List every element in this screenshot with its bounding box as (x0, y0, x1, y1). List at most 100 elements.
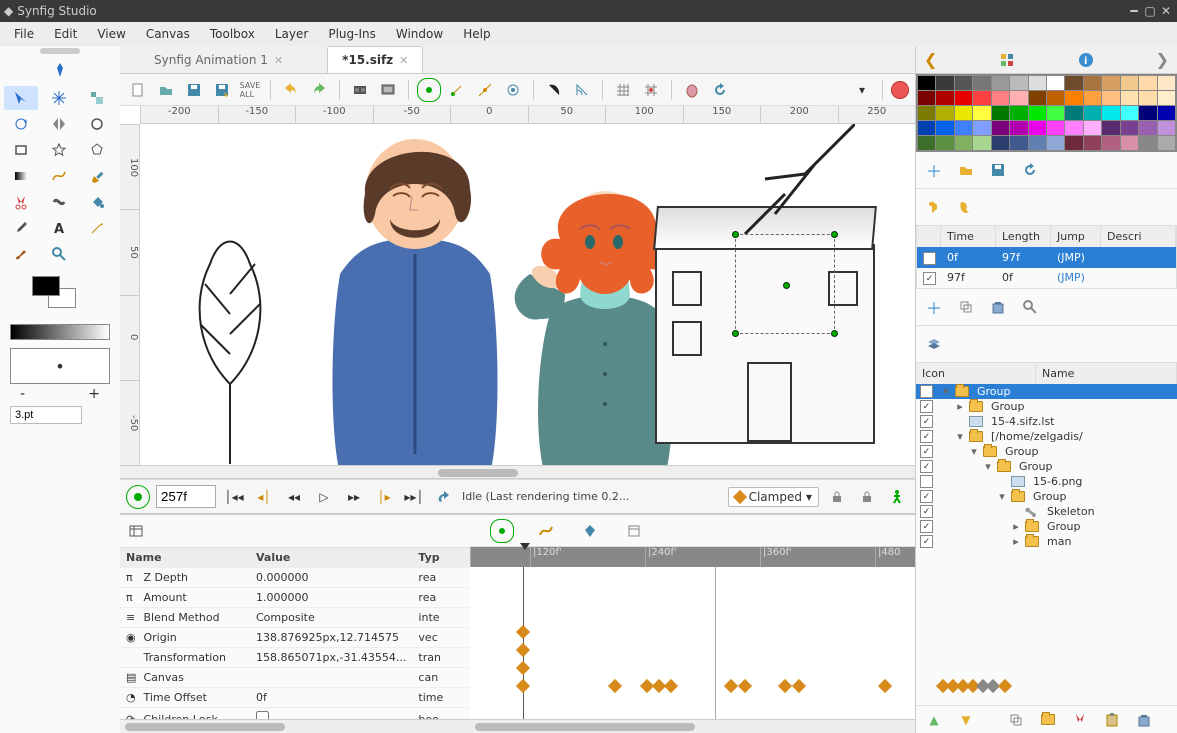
layer-visible-checkbox[interactable] (920, 460, 933, 473)
close-button[interactable]: ✕ (1159, 4, 1173, 18)
palette-swatch[interactable] (1102, 91, 1119, 105)
col-name[interactable]: Name (120, 548, 250, 568)
palette-open-button[interactable] (954, 158, 978, 182)
palette-swatch[interactable] (1139, 91, 1156, 105)
close-icon[interactable]: ✕ (399, 54, 408, 67)
param-row[interactable]: ⟳ Children Lockboo (120, 708, 470, 720)
animate-mode-button[interactable] (126, 485, 150, 509)
tool-gradient[interactable] (4, 164, 38, 188)
expand-arrow[interactable]: ▾ (997, 490, 1007, 503)
palette-swatch[interactable] (1084, 136, 1101, 150)
palette-swatch[interactable] (1158, 136, 1175, 150)
layer-row[interactable]: ▾Group (916, 489, 1177, 504)
palette-swatch[interactable] (936, 136, 953, 150)
palette-swatch[interactable] (1047, 76, 1064, 90)
palette-swatch[interactable] (1139, 76, 1156, 90)
layer-visible-checkbox[interactable] (920, 385, 933, 398)
preview-button[interactable] (376, 78, 400, 102)
tool-scale[interactable] (80, 86, 114, 110)
tab-animation-1[interactable]: Synfig Animation 1 ✕ (140, 47, 297, 73)
col-time[interactable]: Time (941, 226, 996, 247)
save-all-button[interactable]: SAVEALL (238, 78, 262, 102)
tool-smooth-move[interactable] (42, 86, 76, 110)
layer-group-button[interactable] (1036, 708, 1060, 732)
timetrack-body[interactable] (470, 567, 915, 719)
tool-zoom[interactable] (42, 242, 76, 266)
palette-save-button[interactable] (986, 158, 1010, 182)
palette-swatch[interactable] (1029, 136, 1046, 150)
palette-swatch[interactable] (1084, 76, 1101, 90)
canvas-browser-tab-icon[interactable] (954, 195, 978, 219)
palette-swatch[interactable] (955, 76, 972, 90)
palette-swatch[interactable] (1139, 121, 1156, 135)
tool-polygon[interactable] (80, 138, 114, 162)
tool-width[interactable] (42, 190, 76, 214)
undo-button[interactable] (279, 78, 303, 102)
palette-swatch[interactable] (992, 91, 1009, 105)
param-row[interactable]: ≡ Blend MethodCompositeinte (120, 608, 470, 628)
kf-add-button[interactable]: ＋ (922, 295, 946, 319)
palette-swatch[interactable] (973, 121, 990, 135)
palette-swatch[interactable] (918, 106, 935, 120)
palette-swatch[interactable] (1065, 106, 1082, 120)
palette-swatch[interactable] (1029, 76, 1046, 90)
expand-arrow[interactable]: ▸ (1011, 535, 1021, 548)
layer-visible-checkbox[interactable] (920, 505, 933, 518)
palette-swatch[interactable] (936, 91, 953, 105)
palette-swatch[interactable] (1102, 76, 1119, 90)
open-file-button[interactable] (154, 78, 178, 102)
kf-remove-button[interactable] (986, 295, 1010, 319)
palette-swatch[interactable] (955, 121, 972, 135)
expand-arrow[interactable]: ▸ (1011, 520, 1021, 533)
layer-visible-checkbox[interactable] (920, 415, 933, 428)
onion-skin-button[interactable] (680, 78, 704, 102)
render-button[interactable] (348, 78, 372, 102)
layer-row[interactable]: ▸man (916, 534, 1177, 549)
tab-15-sifz[interactable]: *15.sifz ✕ (327, 46, 423, 73)
onion-green-button[interactable] (417, 78, 441, 102)
layers-panel[interactable]: Icon Name ▾Group▸Group15-4.sifz.lst▾[/ho… (916, 362, 1177, 705)
palette-swatch[interactable] (1010, 121, 1027, 135)
palette-swatch[interactable] (1121, 106, 1138, 120)
loop-button[interactable] (432, 485, 456, 509)
handles-vertex-button[interactable] (542, 78, 566, 102)
save-as-button[interactable] (210, 78, 234, 102)
palette-swatch[interactable] (1158, 76, 1175, 90)
keyframes-table[interactable]: Time Length Jump Descri 0f97f(JMP)97f0f(… (916, 225, 1177, 289)
handles-angle-button[interactable] (570, 78, 594, 102)
palette-swatch[interactable] (1029, 106, 1046, 120)
timetrack-ruler[interactable]: |120f' |240f' |360f' |480 (470, 547, 915, 567)
tool-brush[interactable] (4, 242, 38, 266)
expand-arrow[interactable]: ▾ (941, 385, 951, 398)
expand-arrow[interactable]: ▾ (983, 460, 993, 473)
expand-arrow[interactable]: ▾ (969, 445, 979, 458)
interpolation-dropdown[interactable]: Clamped ▾ (728, 487, 819, 507)
palette-swatch[interactable] (1158, 91, 1175, 105)
tool-cutout[interactable] (4, 190, 38, 214)
palette-swatch[interactable] (1047, 136, 1064, 150)
palette-swatch[interactable] (1029, 121, 1046, 135)
new-file-button[interactable] (126, 78, 150, 102)
palette-swatch[interactable] (918, 136, 935, 150)
layers-tab-icon[interactable] (922, 332, 946, 356)
seek-fwd-button[interactable]: ▸▸ (342, 485, 366, 509)
palette-swatch[interactable] (1121, 91, 1138, 105)
palette-add-button[interactable]: ＋ (922, 158, 946, 182)
layer-row[interactable]: ▾Group (916, 459, 1177, 474)
palette-swatch[interactable] (1010, 91, 1027, 105)
palette-swatch[interactable] (1121, 121, 1138, 135)
col-type[interactable]: Typ (412, 548, 470, 568)
selection-box[interactable] (735, 234, 835, 334)
layer-visible-checkbox[interactable] (920, 400, 933, 413)
param-row[interactable]: ▤ Canvascan (120, 668, 470, 688)
palette-swatch[interactable] (1047, 106, 1064, 120)
tool-rectangle[interactable] (4, 138, 38, 162)
meta-tab-icon[interactable] (578, 519, 602, 543)
param-row[interactable]: ◔ Time Offset0ftime (120, 688, 470, 708)
history-tab-icon[interactable] (622, 519, 646, 543)
handles-tangent-button[interactable] (473, 78, 497, 102)
handles-width-button[interactable] (501, 78, 525, 102)
layer-visible-checkbox[interactable] (920, 430, 933, 443)
palette-swatch[interactable] (1158, 121, 1175, 135)
close-icon[interactable]: ✕ (274, 54, 283, 67)
